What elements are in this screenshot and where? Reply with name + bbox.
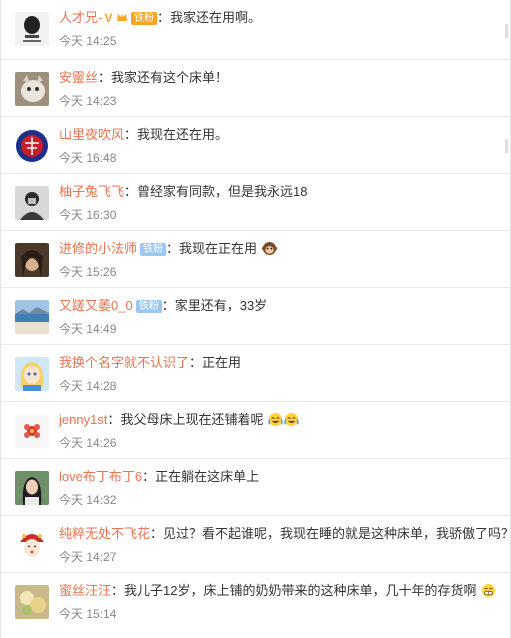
comment-text: 我现在还在用。 xyxy=(137,127,229,142)
comment-time: 今天 15:14 xyxy=(59,607,117,621)
comment-text: 我家还有这个床单！ xyxy=(111,70,229,85)
avatar[interactable] xyxy=(15,471,49,505)
comment-time: 今天 14:28 xyxy=(59,379,117,393)
comment-item: 安靈丝：我家还有这个床单！ 今天 14:23 xyxy=(1,60,510,117)
comment-item: 蜜丝汪汪：我儿子12岁，床上铺的奶奶带来的这种床单，几十年的存货啊 今天 15:… xyxy=(1,573,510,630)
comment-text: 我父母床上现在还铺着呢 xyxy=(120,412,264,427)
avatar[interactable] xyxy=(15,12,49,46)
avatar[interactable] xyxy=(15,129,49,163)
username[interactable]: 安靈丝 xyxy=(59,70,98,85)
comment-item: 柚子兔飞飞：曾经家有同款，但是我永远18 今天 16:30 xyxy=(1,174,510,231)
comment-item: jenny1st：我父母床上现在还铺着呢 今天 14:26 xyxy=(1,402,510,459)
comment-time: 今天 14:25 xyxy=(59,34,117,48)
fan-badge[interactable]: 铁粉 xyxy=(140,243,167,256)
avatar[interactable] xyxy=(15,243,49,277)
avatar[interactable] xyxy=(15,357,49,391)
avatar[interactable] xyxy=(15,528,49,562)
comment-text: 正在躺在这床单上 xyxy=(155,469,260,484)
scrollbar-mark xyxy=(505,24,508,38)
avatar[interactable] xyxy=(15,414,49,448)
username[interactable]: 我换个名字就不认识了 xyxy=(59,355,189,370)
comment-time: 今天 14:32 xyxy=(59,493,117,507)
comment-item: 又蹉又萎0_0 铁粉 ：家里还有，33岁 今天 14:49 xyxy=(1,288,510,345)
comment-text: 我儿子12岁，床上铺的奶奶带来的这种床单，几十年的存货啊 xyxy=(124,583,477,598)
avatar[interactable] xyxy=(15,186,49,220)
comment-time: 今天 16:48 xyxy=(59,151,117,165)
comment-item: 人才兄- V 铁粉 ：我家还在用啊。 今天 14:25 xyxy=(1,0,510,60)
comment-text: 见过？看不起谁呢，我现在睡的就是这种床单，我骄傲了吗？ xyxy=(163,526,511,541)
comment-text: 曾经家有同款，但是我永远18 xyxy=(137,184,308,199)
comment-item: 山里夜吹风：我现在还在用。 今天 16:48 xyxy=(1,117,510,174)
username[interactable]: 蜜丝汪汪 xyxy=(59,583,111,598)
username[interactable]: jenny1st xyxy=(59,412,107,427)
username[interactable]: love布丁布丁6 xyxy=(59,469,142,484)
comment-time: 今天 14:23 xyxy=(59,94,117,108)
laugh-cry-icon xyxy=(284,412,299,427)
comment-time: 今天 14:26 xyxy=(59,436,117,450)
verified-v-icon: V xyxy=(104,11,113,25)
comment-item: love布丁布丁6：正在躺在这床单上 今天 14:32 xyxy=(1,459,510,516)
comment-text: 正在用 xyxy=(202,355,242,370)
scrollbar-mark xyxy=(505,139,508,153)
username[interactable]: 纯粹无处不飞花 xyxy=(59,526,150,541)
comment-item: 我换个名字就不认识了：正在用 今天 14:28 xyxy=(1,345,510,402)
comment-text: 我家还在用啊。 xyxy=(170,10,262,25)
grin-icon xyxy=(482,583,496,598)
comment-item: 进修的小法师 铁粉 ：我现在正在用 今天 15:26 xyxy=(1,231,510,288)
comment-item: 纯粹无处不飞花：见过？看不起谁呢，我现在睡的就是这种床单，我骄傲了吗？ 今天 1… xyxy=(1,516,511,573)
fan-badge[interactable]: 铁粉 xyxy=(130,12,157,25)
avatar[interactable] xyxy=(15,300,49,334)
comment-text: 我现在正在用 xyxy=(179,241,258,256)
monkey-face-icon xyxy=(261,241,277,256)
comment-text: 家里还有，33岁 xyxy=(174,298,268,313)
username[interactable]: 柚子兔飞飞 xyxy=(59,184,124,199)
fan-badge[interactable]: 铁粉 xyxy=(135,300,162,313)
avatar[interactable] xyxy=(15,72,49,106)
comment-list: 人才兄- V 铁粉 ：我家还在用啊。 今天 14:25 安靈丝：我家还有这个床单！ … xyxy=(0,0,511,638)
comment-time: 今天 16:30 xyxy=(59,208,117,222)
username[interactable]: 又蹉又萎0_0 xyxy=(59,298,133,313)
comment-time: 今天 15:26 xyxy=(59,265,117,279)
laugh-cry-icon xyxy=(268,412,283,427)
comment-time: 今天 14:49 xyxy=(59,322,117,336)
username[interactable]: 进修的小法师 xyxy=(59,241,137,256)
username[interactable]: 人才兄- xyxy=(59,10,102,25)
crown-icon xyxy=(116,13,127,21)
avatar[interactable] xyxy=(15,585,49,619)
username[interactable]: 山里夜吹风 xyxy=(59,127,124,142)
comment-time: 今天 14:27 xyxy=(59,550,117,564)
